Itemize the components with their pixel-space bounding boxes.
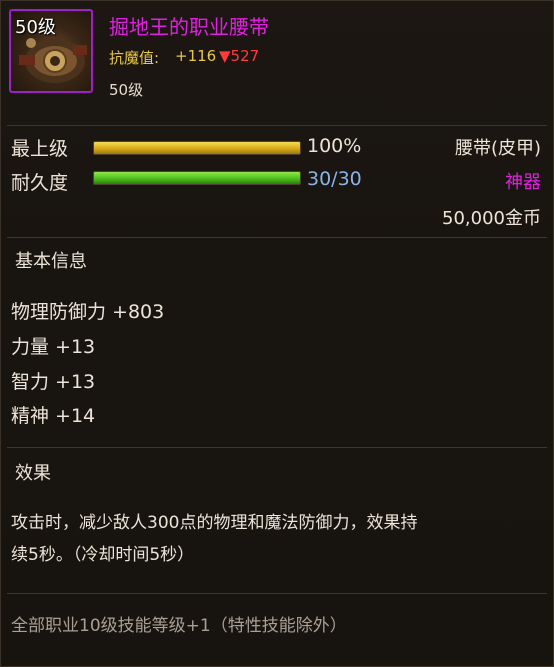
durability-bar-fill	[94, 172, 300, 184]
item-name: 掘地王的职业腰带	[109, 15, 269, 39]
magic-resist-value: +116	[175, 47, 217, 65]
upgrade-bar	[93, 141, 301, 155]
upgrade-percent: 100%	[307, 135, 362, 157]
divider	[7, 125, 547, 126]
divider	[7, 237, 547, 238]
upgrade-label: 最上级	[11, 138, 69, 160]
durability-value: 30/30	[307, 168, 362, 190]
attribute-line: 精神 +14	[11, 405, 96, 427]
section-title-basic: 基本信息	[15, 251, 87, 272]
item-icon: 50级	[9, 9, 93, 93]
magic-resist-label: 抗魔值:	[109, 49, 160, 67]
divider	[7, 593, 547, 594]
attribute-line: 智力 +13	[11, 371, 96, 393]
rarity-badge: 神器	[505, 172, 541, 193]
attribute-line: 力量 +13	[11, 336, 96, 358]
divider	[7, 447, 547, 448]
icon-level-label: 50级	[15, 17, 56, 38]
passive-skill-bonus: 全部职业10级技能等级+1（特性技能除外）	[11, 616, 347, 636]
effect-text-line: 续5秒。（冷却时间5秒）	[11, 545, 195, 565]
sell-price: 50,000金币	[442, 208, 541, 229]
attribute-line: 物理防御力 +803	[11, 301, 165, 323]
item-type: 腰带(皮甲)	[454, 138, 541, 159]
upgrade-bar-fill	[94, 142, 300, 154]
durability-label: 耐久度	[11, 172, 69, 194]
durability-bar	[93, 171, 301, 185]
section-title-effect: 效果	[15, 463, 51, 484]
magic-resist-diff: ▼527	[219, 47, 260, 65]
item-tooltip: 50级 掘地王的职业腰带 抗魔值: +116 ▼527 50级 最上级 100%…	[0, 0, 554, 667]
effect-text-line: 攻击时，减少敌人300点的物理和魔法防御力，效果持	[11, 513, 418, 533]
required-level: 50级	[109, 81, 144, 99]
